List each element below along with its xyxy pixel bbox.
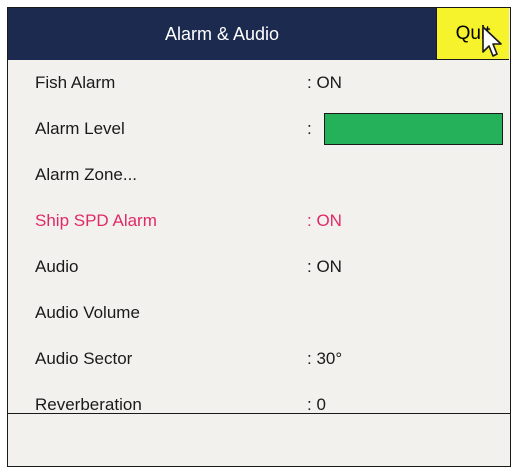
menu-item-value: : ON (307, 257, 342, 276)
menu-item-label: Fish Alarm (35, 73, 116, 92)
alarm-level-fill (325, 114, 502, 144)
alarm-level-bar[interactable] (324, 113, 503, 145)
menu-item-audio-volume[interactable]: Audio Volume (8, 290, 510, 336)
menu-item-alarm-level[interactable]: Alarm Level : (8, 106, 510, 152)
menu-item-value: : ON (307, 211, 342, 230)
menu-item-value: : 30° (307, 349, 343, 368)
menu-item-label: Audio Sector (35, 349, 133, 368)
status-area (8, 414, 510, 466)
menu-item-label: Ship SPD Alarm (35, 211, 157, 230)
menu-item-audio[interactable]: Audio : ON (8, 244, 510, 290)
mouse-pointer-icon (482, 26, 502, 57)
menu-item-label: Alarm Zone... (35, 165, 138, 184)
menu-item-value: : ON (307, 73, 342, 92)
menu-item-ship-spd-alarm[interactable]: Ship SPD Alarm : ON (8, 198, 510, 244)
alarm-audio-dialog: Alarm & Audio Quit Fish Alarm : ON Alarm… (7, 7, 511, 467)
dialog-title: Alarm & Audio (8, 8, 436, 60)
menu-item-fish-alarm[interactable]: Fish Alarm : ON (8, 60, 510, 106)
menu-item-label: Audio Volume (35, 303, 140, 322)
menu-item-audio-sector[interactable]: Audio Sector : 30° (8, 336, 510, 382)
menu-item-value: : (307, 119, 312, 138)
menu-item-label: Audio (35, 257, 79, 276)
menu-item-label: Alarm Level (35, 119, 125, 138)
menu-item-alarm-zone[interactable]: Alarm Zone... (8, 152, 510, 198)
